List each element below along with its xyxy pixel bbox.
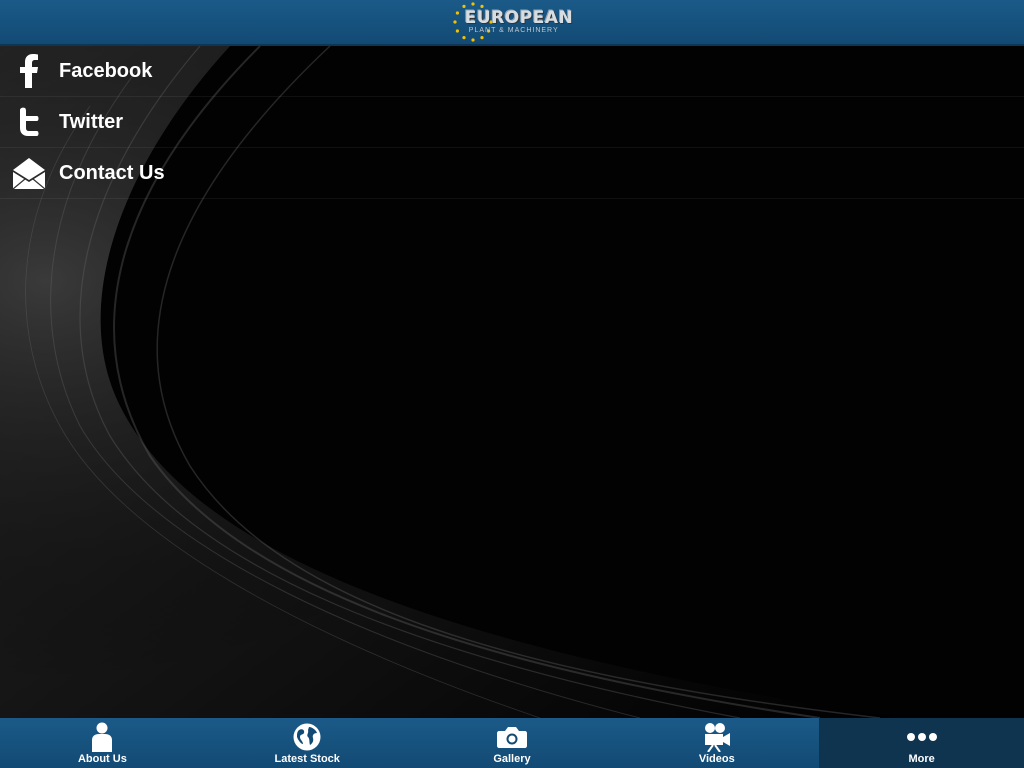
camera-icon [496, 721, 527, 753]
tab-label: Videos [698, 753, 735, 765]
menu-item-label: Facebook [59, 59, 153, 82]
app-header: EUROPEAN PLANT & MACHINERY [0, 0, 1024, 46]
facebook-icon [12, 54, 46, 88]
menu-item-label: Contact Us [59, 161, 165, 184]
tab-label: Latest Stock [274, 753, 340, 765]
brand-logo[interactable]: EUROPEAN PLANT & MACHINERY [451, 0, 573, 44]
menu-item-facebook[interactable]: Facebook [0, 46, 1024, 97]
main-content: Facebook Twitter Contact Us [0, 46, 1024, 718]
tab-more[interactable]: More [819, 718, 1024, 768]
video-camera-icon [703, 721, 731, 753]
more-dots-icon [906, 721, 937, 753]
twitter-icon [12, 105, 46, 139]
envelope-icon [12, 156, 46, 190]
tab-gallery[interactable]: Gallery [410, 718, 615, 768]
menu-item-label: Twitter [59, 110, 124, 133]
menu-item-contact-us[interactable]: Contact Us [0, 148, 1024, 199]
tab-latest-stock[interactable]: Latest Stock [205, 718, 410, 768]
tab-videos[interactable]: Videos [614, 718, 819, 768]
bottom-tab-bar: About Us Latest Stock Gallery Videos Mor… [0, 718, 1024, 768]
tab-label: More [908, 753, 935, 765]
menu-item-twitter[interactable]: Twitter [0, 97, 1024, 148]
tab-label: About Us [77, 753, 127, 765]
person-icon [91, 721, 113, 753]
more-menu-list: Facebook Twitter Contact Us [0, 46, 1024, 199]
tab-about-us[interactable]: About Us [0, 718, 205, 768]
logo-wordmark: EUROPEAN [464, 8, 574, 28]
tab-label: Gallery [493, 753, 531, 765]
globe-icon [292, 721, 322, 753]
logo-tagline: PLANT & MACHINERY [468, 27, 559, 34]
